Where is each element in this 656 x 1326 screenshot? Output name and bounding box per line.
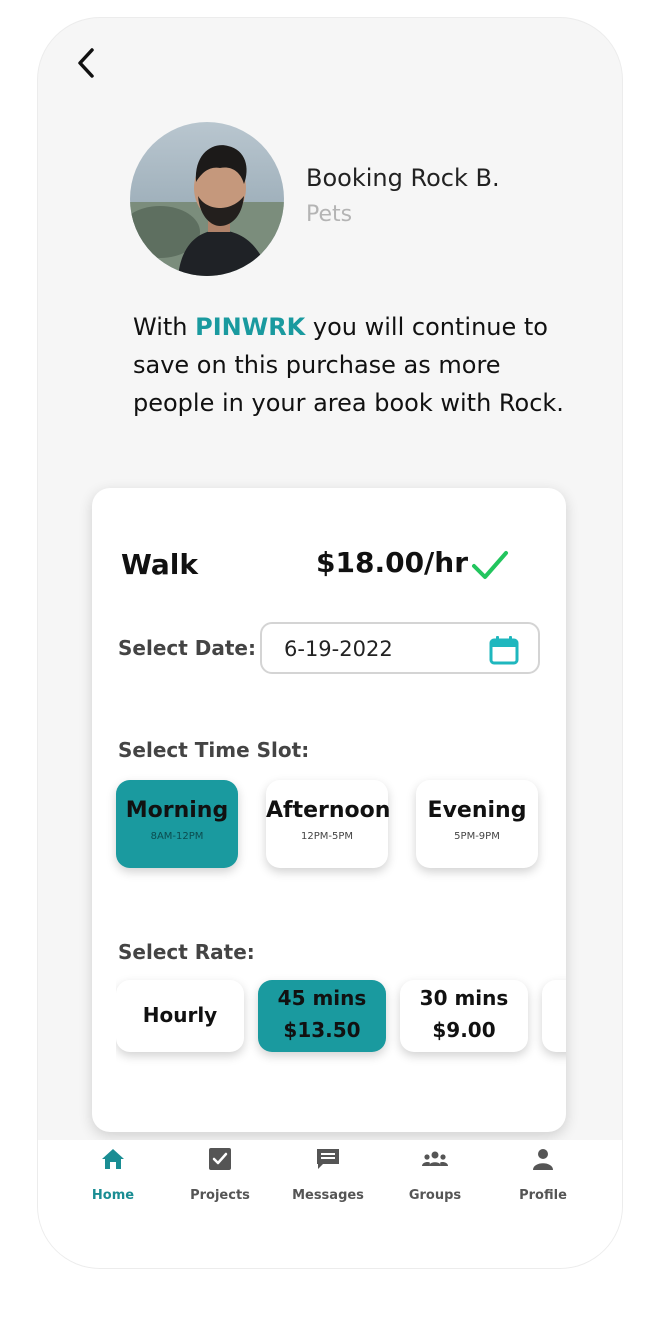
rate-option-price: $9.00	[432, 1018, 496, 1042]
tab-label: Projects	[190, 1188, 250, 1203]
service-price: $18.00/hr	[316, 546, 469, 579]
time-slot-range: 8AM-12PM	[150, 831, 204, 842]
brand-name: PINWRK	[195, 313, 306, 341]
phone-screen: Booking Rock B. Pets With PINWRK you wil…	[38, 18, 622, 1268]
person-icon	[533, 1149, 553, 1170]
time-slot-title: Evening	[427, 798, 527, 823]
time-slot-range: 5PM-9PM	[454, 831, 500, 842]
home-icon	[102, 1149, 124, 1169]
rate-option-label: 45 mins	[277, 986, 367, 1010]
select-date-label: Select Date:	[118, 636, 256, 660]
select-rate-label: Select Rate:	[118, 940, 255, 964]
rate-options[interactable]: Hourly 45 mins $13.50 30 mins $9.00	[116, 968, 566, 1068]
time-slot-afternoon[interactable]: Afternoon 12PM-5PM	[266, 780, 391, 868]
time-slot-morning[interactable]: Morning 8AM-12PM	[116, 780, 238, 868]
back-button[interactable]	[72, 44, 102, 82]
rate-option-30-mins[interactable]: 30 mins $9.00	[400, 980, 528, 1052]
rate-option-45-mins[interactable]: 45 mins $13.50	[258, 980, 386, 1052]
service-name: Walk	[121, 548, 198, 581]
message-icon	[317, 1149, 339, 1169]
rate-option-label: Hourly	[142, 1003, 218, 1027]
tab-projects[interactable]: Projects	[165, 1140, 275, 1220]
select-time-slot-label: Select Time Slot:	[118, 738, 310, 762]
rate-option-price: $13.50	[283, 1018, 361, 1042]
tab-profile[interactable]: Profile	[488, 1140, 598, 1220]
time-slot-evening[interactable]: Evening 5PM-9PM	[416, 780, 538, 868]
tab-label: Messages	[292, 1188, 364, 1203]
tab-label: Home	[91, 1188, 135, 1203]
time-slot-title: Morning	[125, 798, 229, 823]
date-value: 6-19-2022	[284, 637, 393, 661]
time-slot-range: 12PM-5PM	[300, 831, 353, 842]
date-field[interactable]: 6-19-2022	[260, 622, 540, 674]
rate-option-label: 30 mins	[419, 986, 509, 1010]
tab-home[interactable]: Home	[58, 1140, 168, 1220]
groups-icon	[422, 1151, 448, 1166]
booking-card: Walk $18.00/hr Select Date: 6-19-2022 Se…	[92, 488, 566, 1132]
bottom-tab-bar: Home Projects Messages Groups Profile	[38, 1140, 622, 1268]
avatar	[130, 122, 284, 276]
rate-option-partial[interactable]	[542, 980, 566, 1052]
promo-prefix: With	[133, 313, 196, 341]
tab-groups[interactable]: Groups	[380, 1140, 490, 1220]
tab-label: Profile	[519, 1188, 567, 1203]
tab-label: Groups	[408, 1188, 462, 1203]
time-slot-title: Afternoon	[266, 798, 391, 823]
provider-category: Pets	[306, 202, 353, 227]
chevron-left-icon	[78, 48, 94, 78]
provider-name: Booking Rock B.	[306, 164, 500, 192]
rate-option-hourly[interactable]: Hourly	[116, 980, 244, 1052]
check-icon	[472, 551, 508, 579]
promo-message: With PINWRK you will continue to save on…	[133, 308, 573, 422]
calendar-icon[interactable]	[488, 634, 520, 666]
checkbox-icon	[209, 1148, 231, 1170]
tab-messages[interactable]: Messages	[273, 1140, 383, 1220]
